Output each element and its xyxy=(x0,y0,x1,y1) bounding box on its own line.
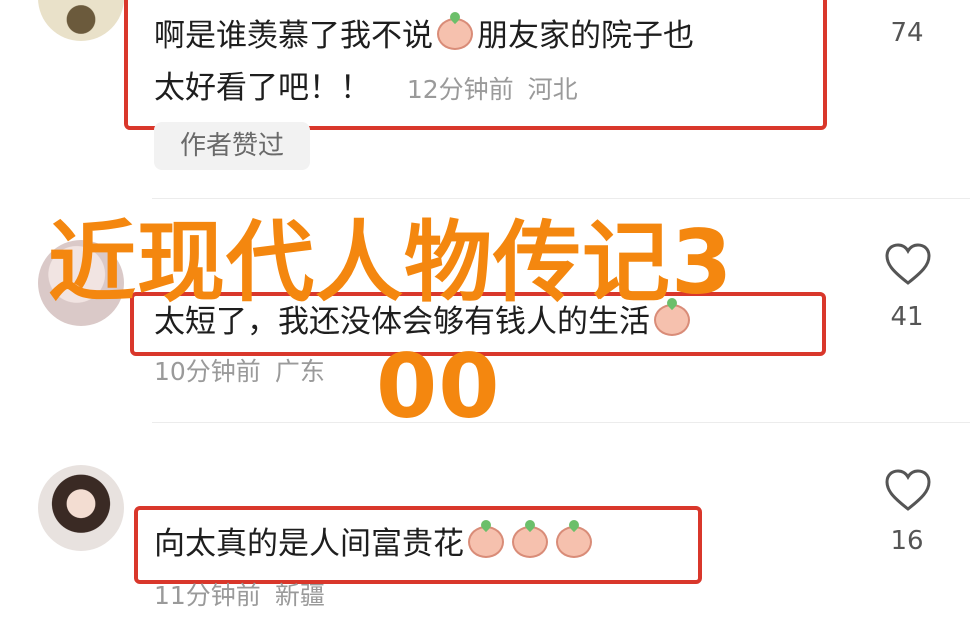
like-count: 41 xyxy=(890,302,924,332)
divider xyxy=(152,198,970,199)
like-count: 16 xyxy=(890,526,924,556)
watermark-text-line1: 近现代人物传记3 xyxy=(48,211,734,314)
heart-outline-icon[interactable] xyxy=(884,242,932,286)
highlight-box xyxy=(124,0,827,130)
avatar[interactable] xyxy=(38,465,124,551)
divider xyxy=(152,422,970,423)
author-liked-badge: 作者赞过 xyxy=(154,122,310,170)
comment-meta: 11分钟前 新疆 xyxy=(154,581,325,610)
highlight-box xyxy=(134,506,702,584)
like-count: 74 xyxy=(890,18,924,48)
watermark-text-line2: 00 xyxy=(376,335,501,438)
comment-meta: 10分钟前 广东 xyxy=(154,357,325,386)
heart-outline-icon[interactable] xyxy=(884,468,932,512)
avatar[interactable] xyxy=(38,0,124,41)
